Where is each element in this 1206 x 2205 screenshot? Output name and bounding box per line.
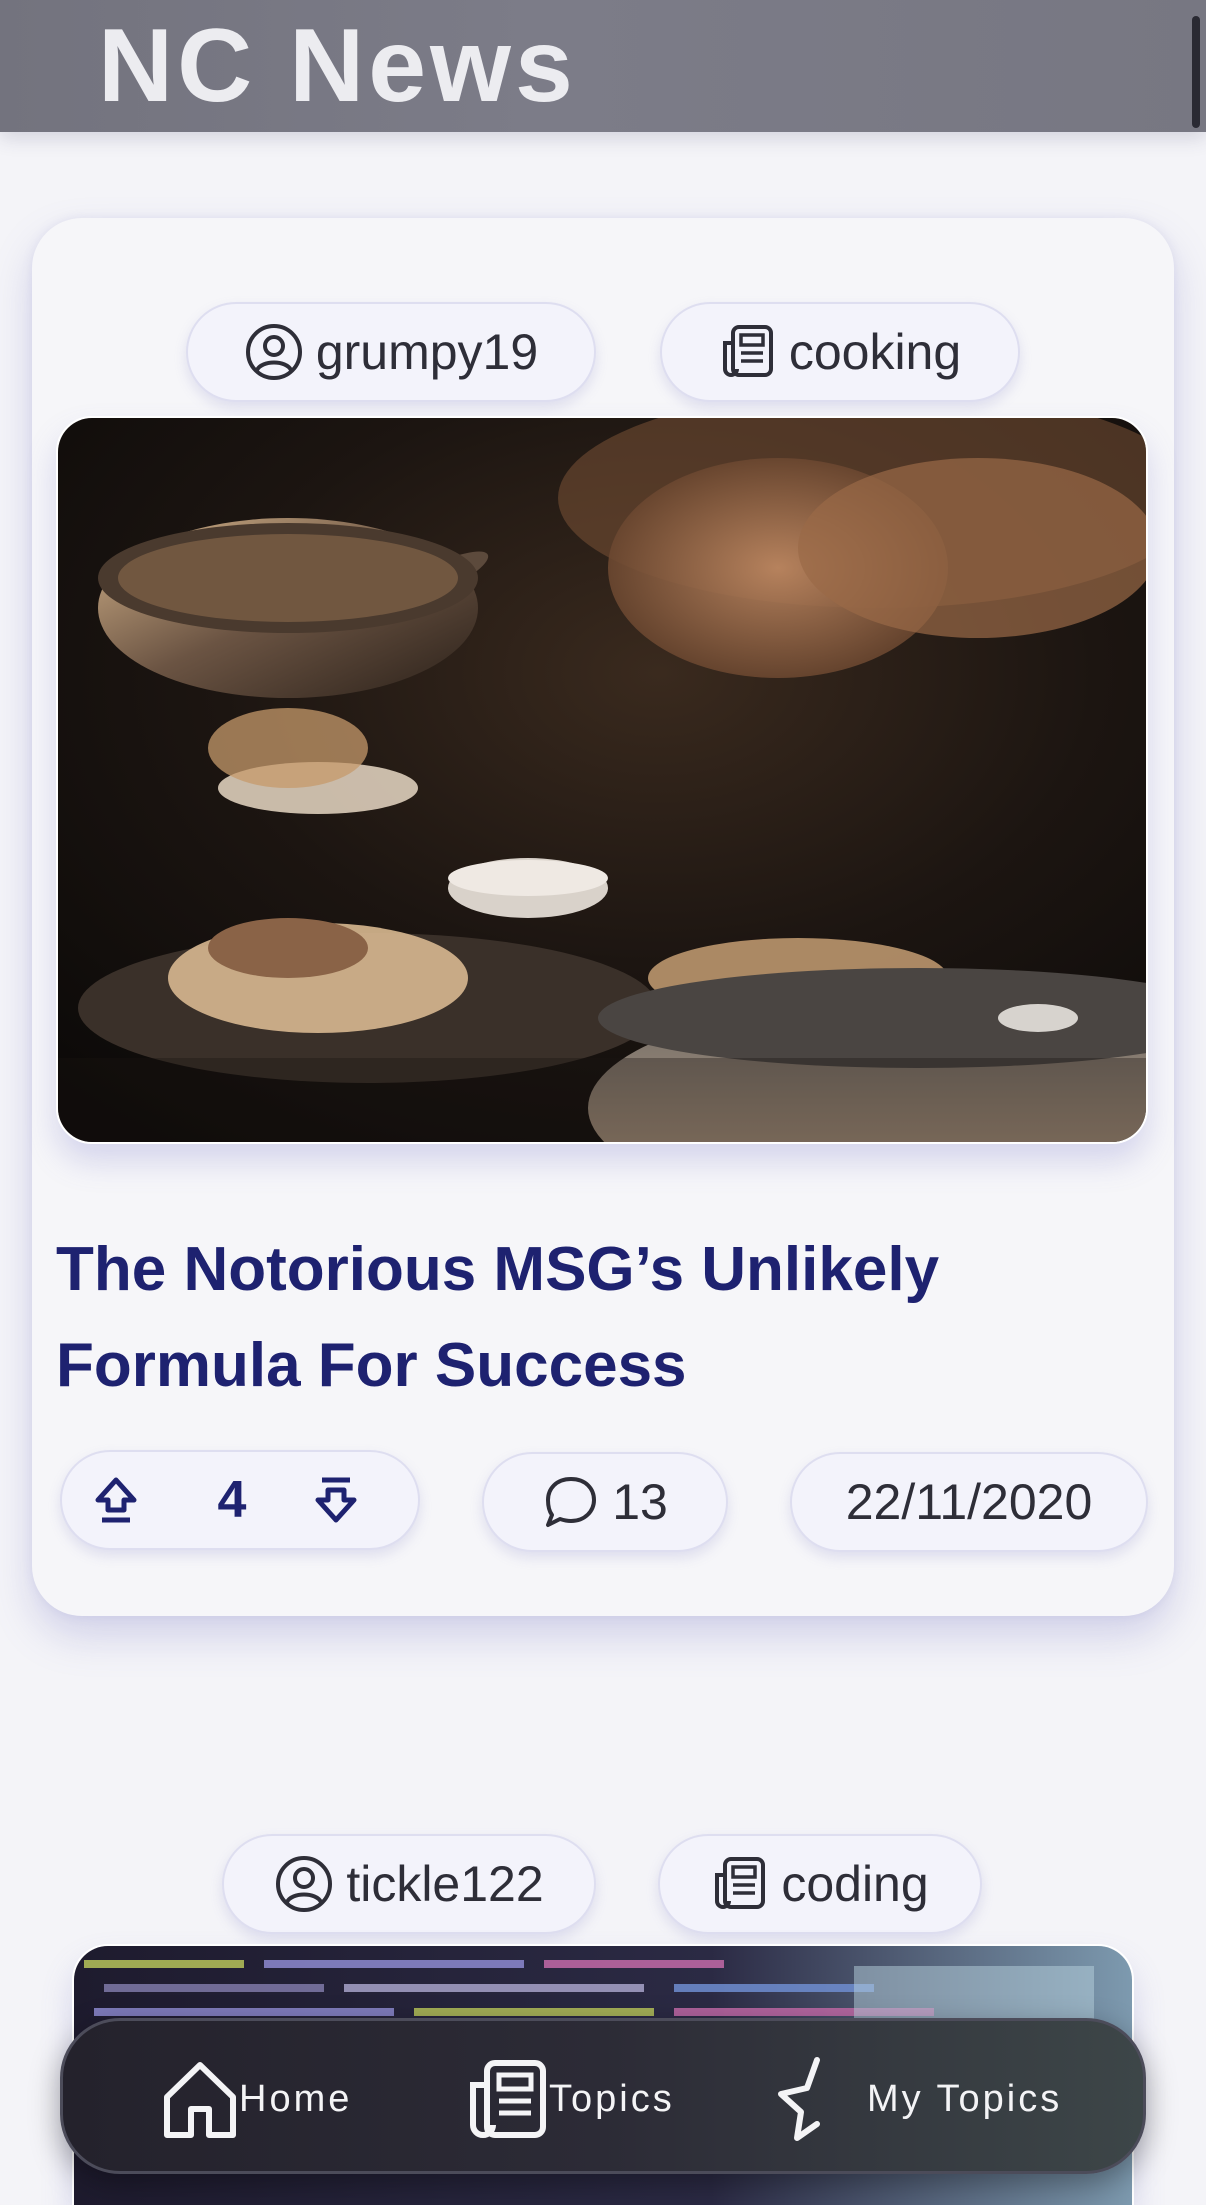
comment-count: 13 [612, 1474, 668, 1530]
nav-my-topics[interactable]: My Topics [773, 2051, 1062, 2147]
nav-topics[interactable]: Topics [465, 2051, 675, 2147]
article-image[interactable] [56, 416, 1148, 1144]
upvote-button[interactable] [90, 1474, 154, 1526]
article-title[interactable]: The Notorious MSG’s Unlikely Formula For… [56, 1222, 1116, 1414]
author-pill[interactable]: tickle122 [222, 1834, 596, 1934]
topic-name: cooking [788, 324, 962, 380]
arrow-down-icon [315, 1477, 357, 1523]
newspaper-icon [470, 2060, 546, 2138]
home-icon [164, 2062, 236, 2138]
nav-home-label: Home [239, 2077, 353, 2120]
star-icon [778, 2057, 820, 2141]
app-title[interactable]: NC News [98, 6, 577, 126]
topic-pill[interactable]: coding [658, 1834, 982, 1934]
vote-pill: 4 [60, 1450, 420, 1550]
comments-pill[interactable]: 13 [482, 1452, 728, 1552]
downvote-button[interactable] [310, 1474, 374, 1526]
article-card[interactable]: grumpy19 cooking The Notorious MSG’s Unl… [32, 218, 1174, 1616]
app-header: NC News [0, 0, 1206, 132]
speech-bubble-icon [546, 1477, 597, 1527]
newspaper-icon [722, 325, 773, 377]
bottom-nav: Home Topics My Topics [60, 2018, 1146, 2174]
cooking-photo [58, 418, 1146, 1142]
vote-count: 4 [217, 1471, 247, 1529]
user-circle-icon [276, 1856, 333, 1912]
author-name: tickle122 [346, 1856, 544, 1912]
newspaper-icon [715, 1857, 766, 1909]
arrow-up-icon [95, 1477, 137, 1523]
author-pill[interactable]: grumpy19 [186, 302, 596, 402]
nav-home[interactable]: Home [161, 2051, 352, 2147]
topic-name: coding [781, 1856, 929, 1912]
date-pill: 22/11/2020 [790, 1452, 1148, 1552]
author-name: grumpy19 [315, 324, 539, 380]
article-date: 22/11/2020 [845, 1474, 1093, 1530]
topic-pill[interactable]: cooking [660, 302, 1020, 402]
nav-my-topics-label: My Topics [867, 2077, 1063, 2120]
user-circle-icon [245, 324, 302, 380]
nav-topics-label: Topics [549, 2077, 675, 2120]
scrollbar[interactable] [1192, 16, 1200, 128]
